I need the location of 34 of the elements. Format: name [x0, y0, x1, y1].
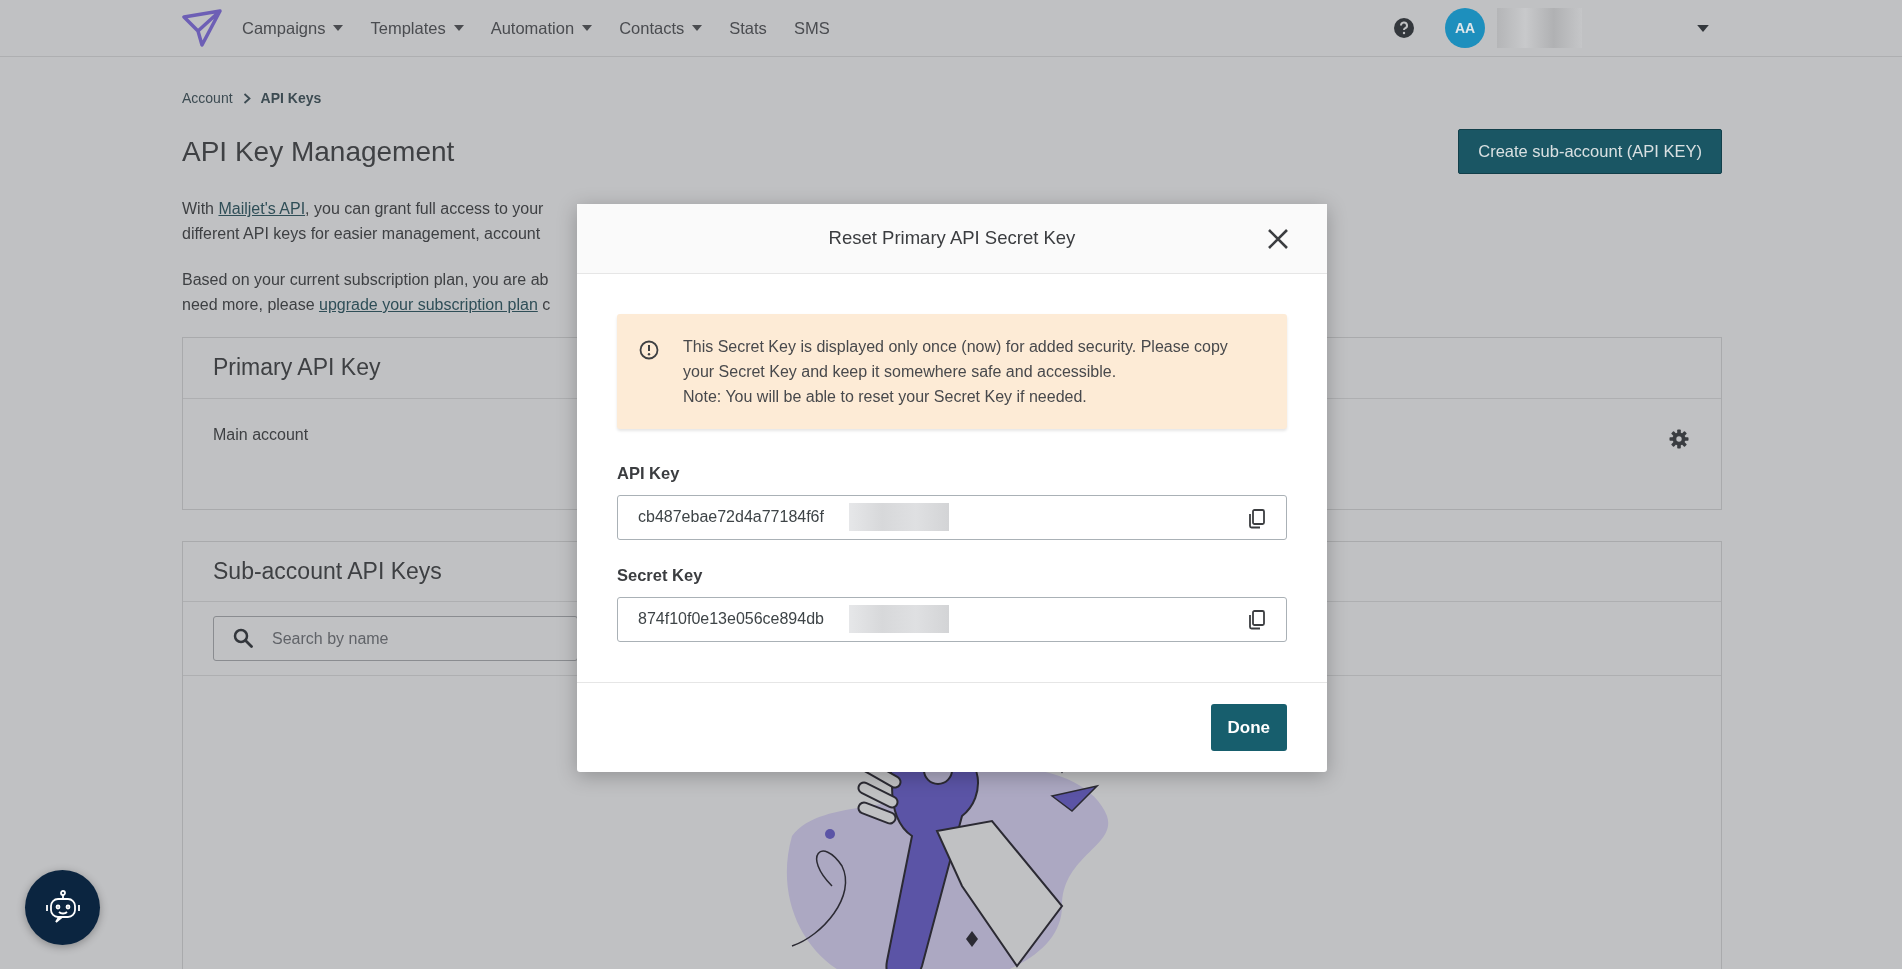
breadcrumb-link[interactable]: Account	[182, 88, 233, 110]
description-text: With Mailjet's API, you can grant full access to your	[182, 199, 544, 220]
account-label: Main account	[213, 424, 309, 445]
description-text: need more, please upgrade your subscription plan c	[182, 295, 551, 316]
alert-text: This Secret Key is displayed only once (now) for added security. Please copy your Secret Key and keep it somewhere safe and accessible.	[683, 337, 1229, 382]
nav-dropdown[interactable]: Automation	[490, 15, 593, 41]
nav-dropdown[interactable]: Templates	[370, 15, 464, 41]
search-icon	[233, 628, 253, 649]
field-label: API Key	[617, 463, 681, 484]
nav-link[interactable]: Stats	[729, 15, 767, 41]
text-link[interactable]: Mailjet's API	[218, 200, 306, 218]
key-field[interactable]: cb487ebae72d4a77184f6f	[617, 494, 1287, 540]
description-text: different API keys for easier management, account	[182, 224, 541, 245]
dialog-title: Reset Primary API Secret Key	[828, 227, 1076, 250]
page-title: API Key Management	[182, 134, 455, 169]
description-text: Based on your current subscription plan, you are ab	[182, 270, 549, 291]
breadcrumb-current: API Keys	[260, 89, 322, 109]
copy-icon[interactable]	[1247, 607, 1267, 630]
caret-icon[interactable]	[1697, 24, 1709, 32]
settings-icon[interactable]	[1669, 428, 1689, 449]
user-avatar[interactable]: AA	[1445, 8, 1485, 49]
nav-dropdown[interactable]: Contacts	[619, 15, 703, 41]
key-field[interactable]: 874f10f0e13e056ce894db	[617, 596, 1287, 642]
done-button[interactable]: Done	[1210, 703, 1287, 751]
chatbot-icon[interactable]	[25, 870, 100, 945]
create-button[interactable]: Create sub-account (API KEY)	[1458, 129, 1722, 175]
nav-dropdown[interactable]: Campaigns	[242, 15, 344, 41]
field-label: Secret Key	[617, 564, 704, 586]
text-link[interactable]: upgrade your subscription plan	[319, 296, 538, 314]
nav-link[interactable]: SMS	[793, 15, 830, 41]
chevron-icon	[242, 93, 251, 105]
search-field[interactable]: Search by name	[213, 616, 578, 662]
logo-icon[interactable]	[182, 9, 222, 48]
help-icon[interactable]	[1393, 17, 1415, 40]
